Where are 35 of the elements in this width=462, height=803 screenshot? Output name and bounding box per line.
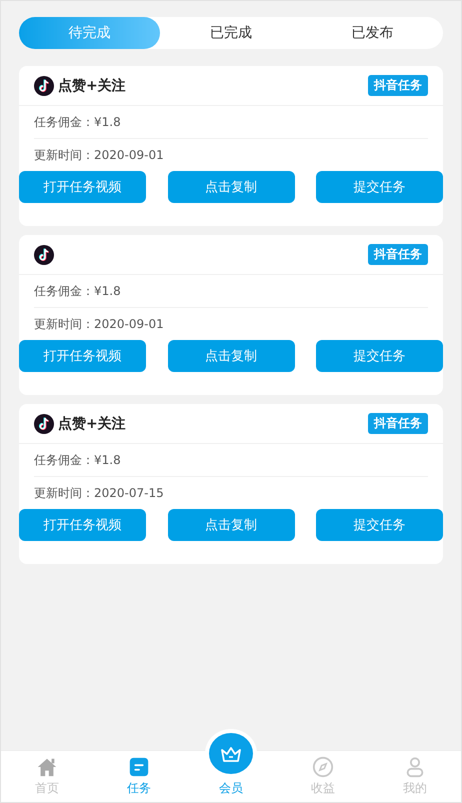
compass-icon [312,756,334,778]
action-button[interactable]: 提交任务 [316,171,443,203]
music-note-icon [34,76,54,96]
nav-item[interactable]: 首页 [1,751,93,802]
commission-text: 任务佣金：¥1.8 [34,444,428,477]
nav-item[interactable]: 会员 [185,729,277,802]
update-time-text: 更新时间：2020-09-01 [34,146,165,164]
task-tag: 抖音任务 [368,413,428,434]
nav-item[interactable]: 我的 [369,751,461,802]
nav-item[interactable]: 任务 [93,751,185,802]
action-button[interactable]: 打开任务视频 [19,171,146,203]
tab[interactable]: 已发布 [302,17,443,49]
task-title: 点赞+关注 [58,76,126,94]
tab[interactable]: 待完成 [19,17,160,49]
action-button[interactable]: 点击复制 [168,171,294,203]
update-time-text: 更新时间：2020-09-01 [34,316,165,332]
action-button[interactable]: 点击复制 [168,509,294,541]
commission-text: 任务佣金：¥1.8 [34,275,428,308]
task-title: 点赞+关注 [58,414,126,432]
action-button[interactable]: 提交任务 [316,340,443,372]
nav-item[interactable]: 收益 [277,751,369,802]
action-button[interactable]: 打开任务视频 [19,509,146,541]
tab[interactable]: 已完成 [160,17,302,49]
commission-text: 任务佣金：¥1.8 [34,106,428,139]
home-icon [36,756,58,778]
task-tag: 抖音任务 [368,244,428,265]
music-note-icon [34,414,54,434]
action-button[interactable]: 打开任务视频 [19,340,146,372]
update-time-text: 更新时间：2020-07-15 [34,484,165,502]
user-icon [404,756,426,778]
music-note-icon [34,244,54,264]
document-icon [128,756,150,778]
action-button[interactable]: 点击复制 [168,340,294,372]
task-tag: 抖音任务 [368,75,428,96]
action-button[interactable]: 提交任务 [316,509,443,541]
